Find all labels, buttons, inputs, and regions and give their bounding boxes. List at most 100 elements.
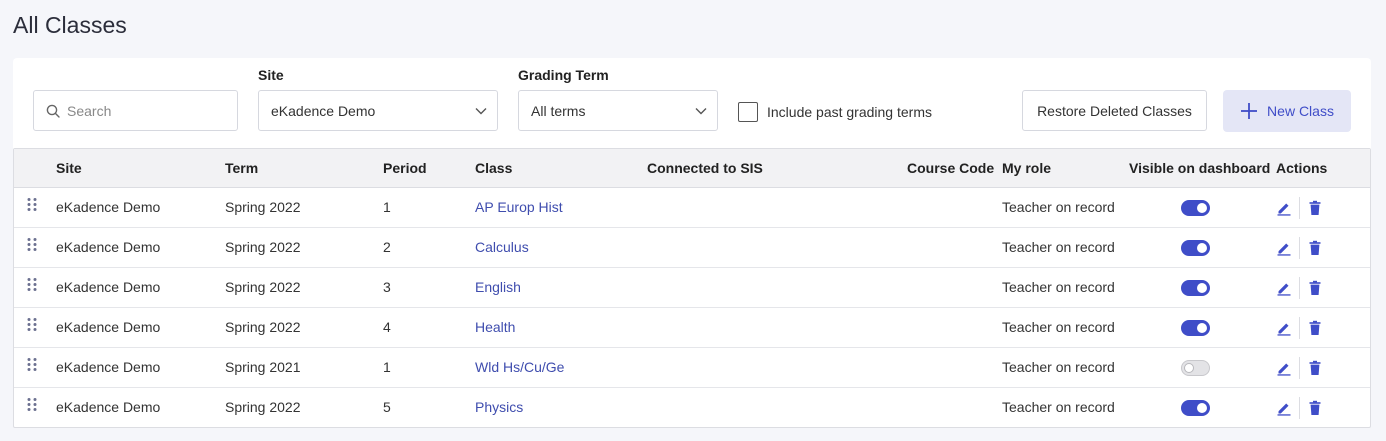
trash-icon[interactable]	[1308, 360, 1322, 376]
include-past-terms-label: Include past grading terms	[767, 104, 932, 120]
search-box[interactable]	[33, 90, 238, 131]
cell-period: 1	[383, 359, 391, 375]
cell-site: eKadence Demo	[56, 399, 161, 415]
visible-on-dashboard-toggle[interactable]	[1181, 240, 1210, 256]
grading-term-label: Grading Term	[518, 67, 609, 83]
cell-period: 5	[383, 399, 391, 415]
cell-period: 3	[383, 279, 391, 295]
cell-site: eKadence Demo	[56, 319, 161, 335]
restore-deleted-classes-button[interactable]: Restore Deleted Classes	[1022, 90, 1207, 131]
action-divider	[1299, 357, 1300, 379]
chevron-down-icon	[475, 107, 487, 114]
pencil-icon[interactable]	[1276, 400, 1292, 416]
cell-my-role: Teacher on record	[1002, 239, 1115, 255]
toggle-knob	[1197, 283, 1207, 293]
cell-class-link[interactable]: English	[475, 268, 521, 308]
cell-period: 4	[383, 319, 391, 335]
column-header-class[interactable]: Class	[475, 149, 512, 188]
table-row: eKadence Demo Spring 2022 4 Health Teacher o…	[14, 308, 1370, 348]
pencil-icon[interactable]	[1276, 200, 1292, 216]
classes-table: Site Term Period Class Connected to SIS …	[13, 148, 1371, 428]
cell-site: eKadence Demo	[56, 279, 161, 295]
trash-icon[interactable]	[1308, 400, 1322, 416]
action-divider	[1299, 397, 1300, 419]
cell-class-link[interactable]: Calculus	[475, 228, 529, 268]
site-select-value: eKadence Demo	[271, 102, 376, 119]
action-divider	[1299, 197, 1300, 219]
column-header-my-role[interactable]: My role	[1002, 149, 1051, 188]
trash-icon[interactable]	[1308, 240, 1322, 256]
table-row: eKadence Demo Spring 2022 5 Physics Teacher …	[14, 388, 1370, 428]
cell-class-link[interactable]: Wld Hs/Cu/Ge	[475, 348, 564, 388]
include-past-terms[interactable]: Include past grading terms	[738, 102, 932, 122]
drag-handle-icon[interactable]	[26, 237, 38, 253]
trash-icon[interactable]	[1308, 280, 1322, 296]
column-header-visible-on-dashboard[interactable]: Visible on dashboard	[1129, 149, 1270, 188]
action-divider	[1299, 237, 1300, 259]
toggle-knob	[1197, 243, 1207, 253]
drag-handle-icon[interactable]	[26, 197, 38, 213]
classes-panel: Site eKadence Demo Grading Term All term…	[13, 58, 1371, 428]
drag-handle-icon[interactable]	[26, 277, 38, 293]
cell-period: 1	[383, 199, 391, 215]
cell-term: Spring 2022	[225, 279, 301, 295]
pencil-icon[interactable]	[1276, 320, 1292, 336]
visible-on-dashboard-toggle[interactable]	[1181, 360, 1210, 376]
visible-on-dashboard-toggle[interactable]	[1181, 320, 1210, 336]
search-input[interactable]	[67, 102, 217, 119]
drag-handle-icon[interactable]	[26, 397, 38, 413]
cell-site: eKadence Demo	[56, 239, 161, 255]
action-divider	[1299, 317, 1300, 339]
trash-icon[interactable]	[1308, 200, 1322, 216]
grading-term-select[interactable]: All terms	[518, 90, 718, 131]
pencil-icon[interactable]	[1276, 240, 1292, 256]
visible-on-dashboard-toggle[interactable]	[1181, 280, 1210, 296]
cell-term: Spring 2021	[225, 359, 301, 375]
table-header: Site Term Period Class Connected to SIS …	[14, 149, 1370, 188]
cell-site: eKadence Demo	[56, 359, 161, 375]
cell-site: eKadence Demo	[56, 199, 161, 215]
cell-my-role: Teacher on record	[1002, 279, 1115, 295]
column-header-connected-to-sis[interactable]: Connected to SIS	[647, 149, 763, 188]
new-class-button[interactable]: New Class	[1223, 90, 1351, 132]
site-select[interactable]: eKadence Demo	[258, 90, 498, 131]
pencil-icon[interactable]	[1276, 280, 1292, 296]
cell-term: Spring 2022	[225, 399, 301, 415]
cell-class-link[interactable]: Physics	[475, 388, 523, 428]
column-header-period[interactable]: Period	[383, 149, 427, 188]
cell-class-link[interactable]: Health	[475, 308, 515, 348]
toggle-knob	[1197, 323, 1207, 333]
toggle-knob	[1197, 403, 1207, 413]
toggle-knob	[1197, 203, 1207, 213]
page-title: All Classes	[13, 12, 127, 38]
search-icon	[46, 104, 60, 118]
column-header-actions: Actions	[1276, 160, 1328, 176]
cell-my-role: Teacher on record	[1002, 359, 1115, 375]
table-row: eKadence Demo Spring 2022 1 AP Europ Hist Te…	[14, 188, 1370, 228]
table-row: eKadence Demo Spring 2021 1 Wld Hs/Cu/Ge Tea…	[14, 348, 1370, 388]
drag-handle-icon[interactable]	[26, 317, 38, 333]
action-divider	[1299, 277, 1300, 299]
column-header-term[interactable]: Term	[225, 149, 258, 188]
cell-term: Spring 2022	[225, 199, 301, 215]
grading-term-value: All terms	[531, 102, 586, 119]
drag-handle-icon[interactable]	[26, 357, 38, 373]
new-class-label: New Class	[1267, 103, 1334, 119]
visible-on-dashboard-toggle[interactable]	[1181, 400, 1210, 416]
visible-on-dashboard-toggle[interactable]	[1181, 200, 1210, 216]
cell-term: Spring 2022	[225, 319, 301, 335]
cell-class-link[interactable]: AP Europ Hist	[475, 188, 563, 228]
cell-my-role: Teacher on record	[1002, 399, 1115, 415]
cell-my-role: Teacher on record	[1002, 319, 1115, 335]
table-row: eKadence Demo Spring 2022 3 English Teacher …	[14, 268, 1370, 308]
trash-icon[interactable]	[1308, 320, 1322, 336]
chevron-down-icon	[695, 107, 707, 114]
toggle-knob	[1184, 363, 1194, 373]
pencil-icon[interactable]	[1276, 360, 1292, 376]
cell-my-role: Teacher on record	[1002, 199, 1115, 215]
include-past-terms-checkbox[interactable]	[738, 102, 758, 122]
column-header-course-code[interactable]: Course Code	[907, 149, 994, 188]
cell-period: 2	[383, 239, 391, 255]
site-label: Site	[258, 67, 284, 83]
column-header-site[interactable]: Site	[56, 149, 82, 188]
